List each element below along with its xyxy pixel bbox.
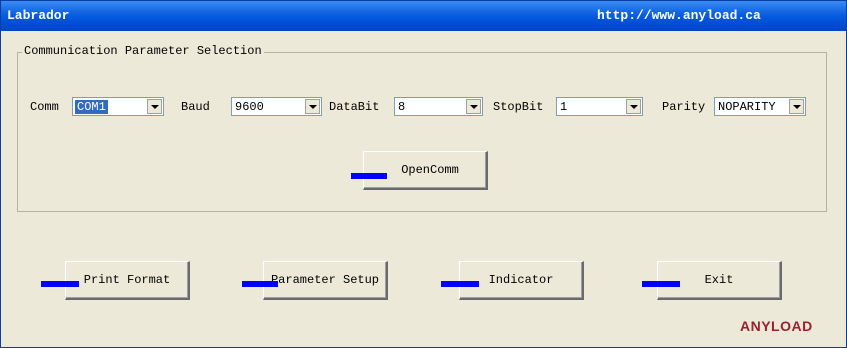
open-comm-button[interactable]: OpenComm [363,151,488,190]
stopbit-select[interactable]: 1 [556,97,643,116]
open-comm-indicator-icon [351,173,387,179]
group-legend: Communication Parameter Selection [22,44,264,58]
baud-select[interactable]: 9600 [231,97,322,116]
parity-label: Parity [662,100,706,114]
parameter-setup-button[interactable]: Parameter Setup [263,261,388,300]
databit-value: 8 [398,100,406,114]
parity-select[interactable]: NOPARITY [714,97,806,116]
anyload-logo: ANYLOAD [740,318,813,334]
comm-select[interactable]: COM1 [72,97,164,116]
open-comm-label: OpenComm [401,163,459,177]
print-format-label: Print Format [83,273,171,287]
baud-label: Baud [181,100,210,114]
title-url: http://www.anyload.ca [597,8,761,23]
comm-label: Comm [30,100,59,114]
stopbit-label: StopBit [493,100,544,114]
stopbit-dropdown-arrow-icon[interactable] [626,99,641,114]
indicator-indicator-icon [441,281,479,287]
parity-dropdown-arrow-icon[interactable] [789,99,804,114]
comm-dropdown-arrow-icon[interactable] [147,99,162,114]
window-title: Labrador [7,8,70,23]
stopbit-value: 1 [560,100,568,114]
databit-select[interactable]: 8 [394,97,483,116]
main-window: Labrador http://www.anyload.ca Communica… [0,0,847,348]
parameter-setup-label: Parameter Setup [270,273,380,287]
comm-value: COM1 [75,100,108,114]
exit-indicator-icon [642,281,680,287]
parity-value: NOPARITY [718,100,776,114]
databit-label: DataBit [329,100,380,114]
parameter-setup-indicator-icon [242,281,278,287]
databit-dropdown-arrow-icon[interactable] [466,99,481,114]
print-format-indicator-icon [41,281,79,287]
print-format-button[interactable]: Print Format [65,261,190,300]
baud-dropdown-arrow-icon[interactable] [305,99,320,114]
title-bar[interactable]: Labrador http://www.anyload.ca [1,1,846,31]
baud-value: 9600 [235,100,264,114]
